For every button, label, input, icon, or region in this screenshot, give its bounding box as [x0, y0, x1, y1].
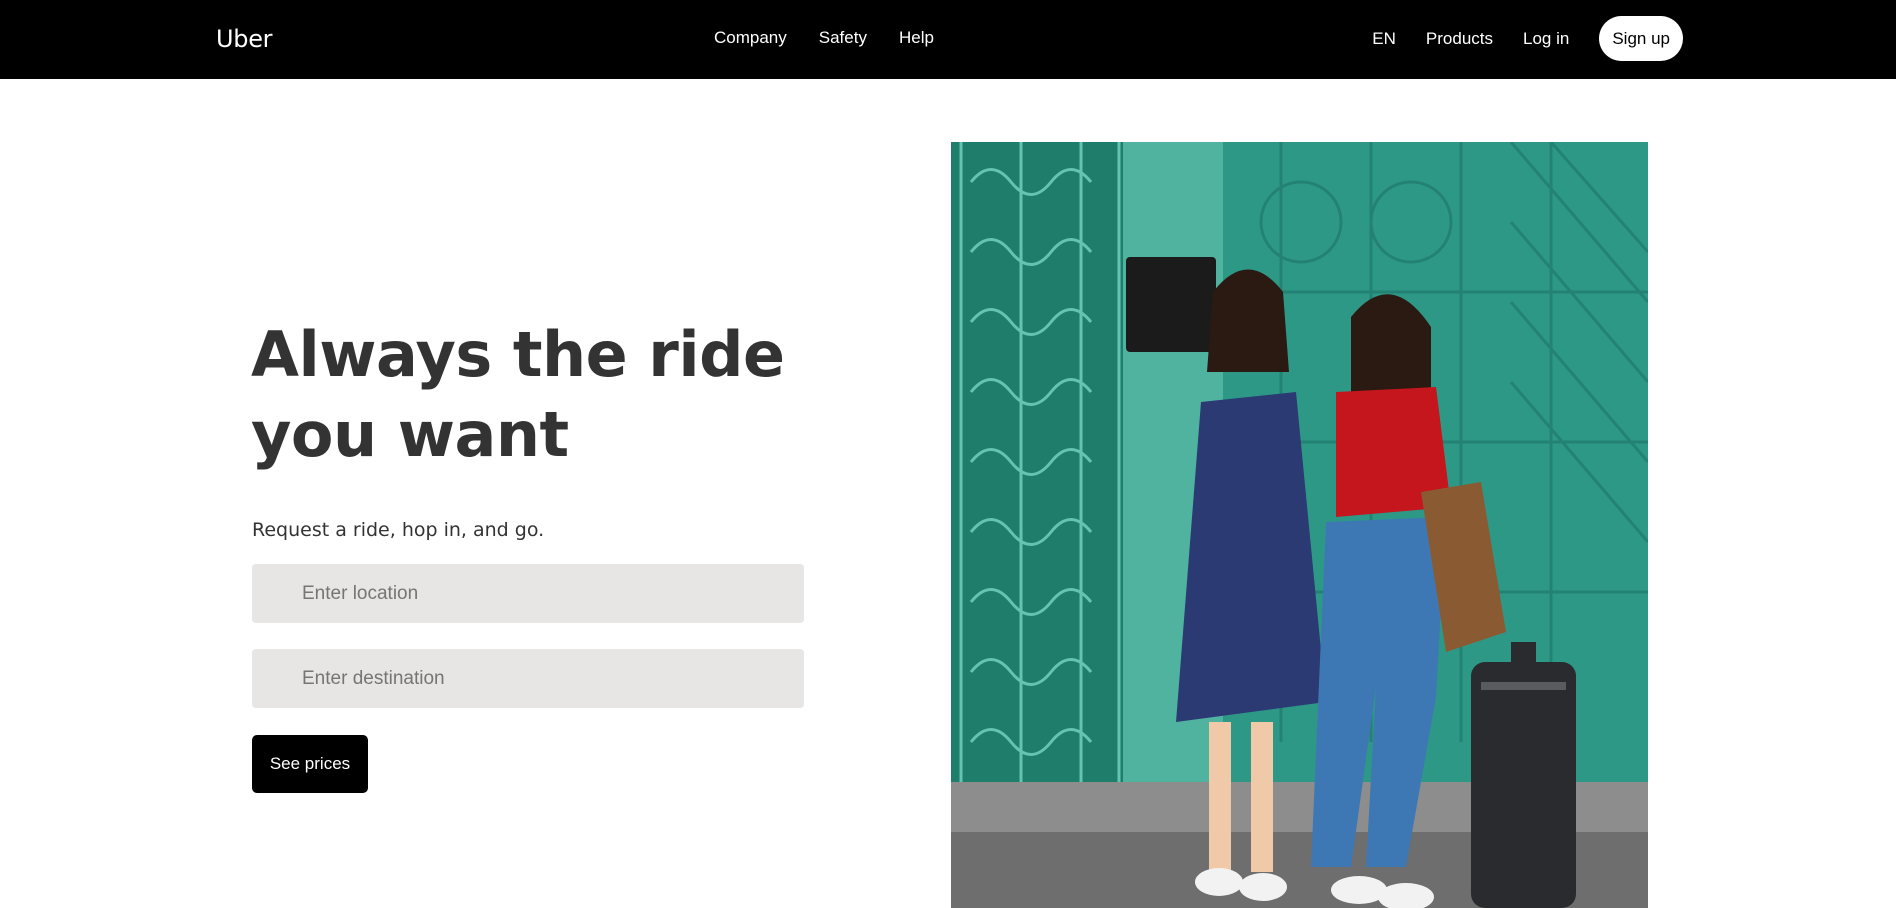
signup-button[interactable]: Sign up	[1599, 16, 1683, 61]
language-selector[interactable]: EN	[1372, 27, 1396, 51]
destination-input[interactable]	[252, 649, 804, 708]
hero-subtitle: Request a ride, hop in, and go.	[252, 519, 545, 541]
hero-title: Always the ride you want	[251, 318, 785, 471]
nav-link-safety[interactable]: Safety	[819, 26, 867, 50]
products-link[interactable]: Products	[1426, 27, 1493, 51]
main-nav: Company Safety Help	[714, 26, 934, 50]
nav-link-help[interactable]: Help	[899, 26, 934, 50]
nav-link-company[interactable]: Company	[714, 26, 787, 50]
top-navbar: Uber Company Safety Help EN Products Log…	[0, 0, 1896, 79]
photo-two-women-with-suitcase-icon	[951, 142, 1648, 908]
login-link[interactable]: Log in	[1523, 27, 1569, 51]
location-input[interactable]	[252, 564, 804, 623]
account-nav: EN Products Log in Sign up	[1372, 16, 1683, 61]
see-prices-button[interactable]: See prices	[252, 735, 368, 793]
hero-photo	[951, 142, 1648, 908]
uber-logo[interactable]: Uber	[216, 24, 273, 54]
